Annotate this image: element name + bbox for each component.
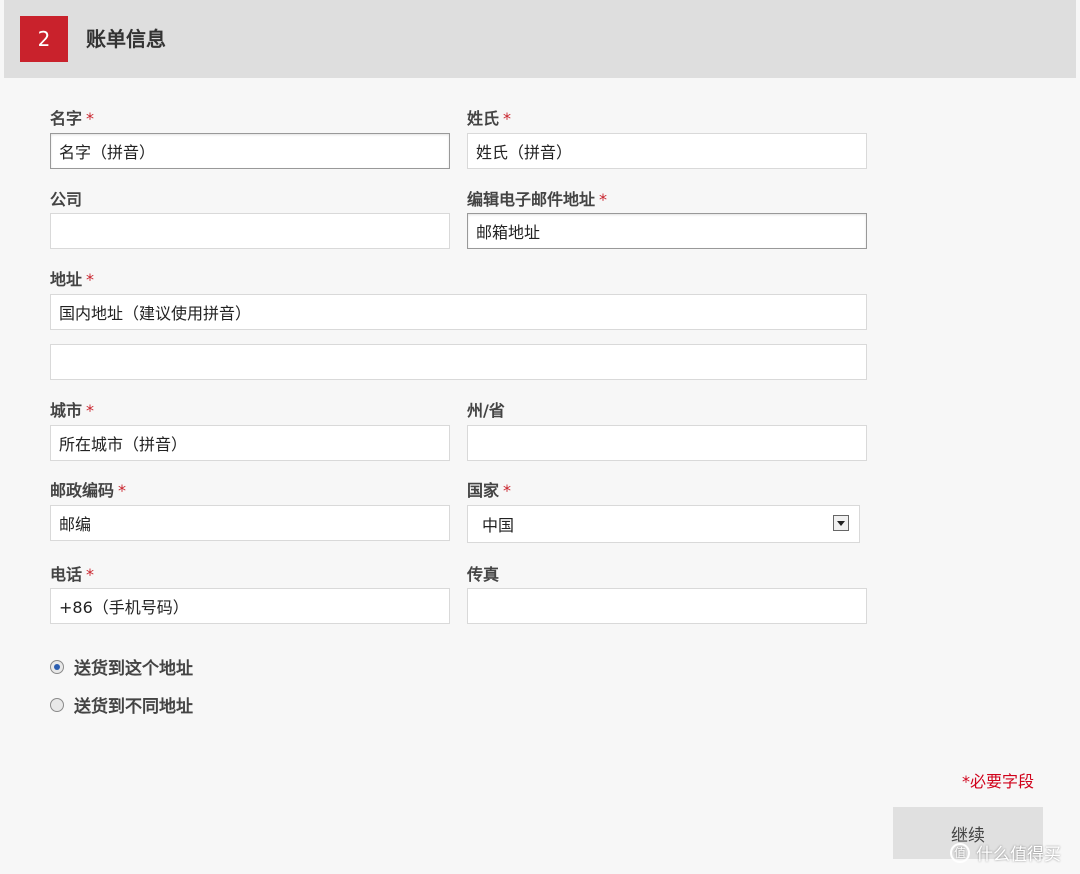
- required-asterisk: *: [599, 190, 608, 209]
- ship-same-address-option[interactable]: 送货到这个地址: [50, 654, 193, 679]
- country-selected-value: 中国: [482, 516, 515, 535]
- section-title: 账单信息: [86, 27, 166, 51]
- required-asterisk: *: [118, 481, 127, 500]
- radio-checked-icon[interactable]: [50, 659, 64, 674]
- first-name-input[interactable]: [50, 133, 450, 169]
- address-line2-input[interactable]: [50, 344, 867, 380]
- required-asterisk: *: [86, 270, 95, 289]
- required-asterisk: *: [86, 109, 95, 128]
- required-asterisk: *: [503, 481, 512, 500]
- watermark: 值 什么值得买: [950, 840, 1061, 865]
- country-label: 国家 *: [467, 481, 512, 500]
- address-label: 地址 *: [50, 270, 95, 289]
- country-select[interactable]: 中国: [467, 505, 860, 543]
- phone-input[interactable]: [50, 588, 450, 624]
- phone-label: 电话 *: [50, 565, 95, 584]
- radio-unchecked-icon[interactable]: [50, 697, 64, 712]
- email-label: 编辑电子邮件地址 *: [467, 190, 608, 209]
- postcode-input[interactable]: [50, 505, 450, 541]
- required-asterisk: *: [503, 109, 512, 128]
- ship-same-address-label: 送货到这个地址: [74, 659, 193, 679]
- step-badge: 2: [20, 16, 68, 62]
- company-label: 公司: [50, 190, 83, 209]
- address-line1-input[interactable]: [50, 294, 867, 330]
- city-label: 城市 *: [50, 401, 95, 420]
- watermark-text: 什么值得买: [976, 845, 1061, 865]
- postcode-label: 邮政编码 *: [50, 481, 127, 500]
- city-input[interactable]: [50, 425, 450, 461]
- company-input[interactable]: [50, 213, 450, 249]
- last-name-input[interactable]: [467, 133, 867, 169]
- required-fields-note: *必要字段: [962, 772, 1035, 791]
- section-header: 2 账单信息: [4, 0, 1076, 78]
- required-asterisk: *: [86, 565, 95, 584]
- ship-different-address-option[interactable]: 送货到不同地址: [50, 692, 193, 717]
- required-asterisk: *: [86, 401, 95, 420]
- state-label: 州/省: [467, 401, 505, 420]
- email-input[interactable]: [467, 213, 867, 249]
- fax-input[interactable]: [467, 588, 867, 624]
- last-name-label: 姓氏 *: [467, 109, 512, 128]
- fax-label: 传真: [467, 565, 500, 584]
- watermark-logo-icon: 值: [950, 842, 970, 863]
- ship-different-address-label: 送货到不同地址: [74, 697, 193, 717]
- state-input[interactable]: [467, 425, 867, 461]
- first-name-label: 名字 *: [50, 109, 95, 128]
- chevron-down-icon[interactable]: [833, 515, 849, 531]
